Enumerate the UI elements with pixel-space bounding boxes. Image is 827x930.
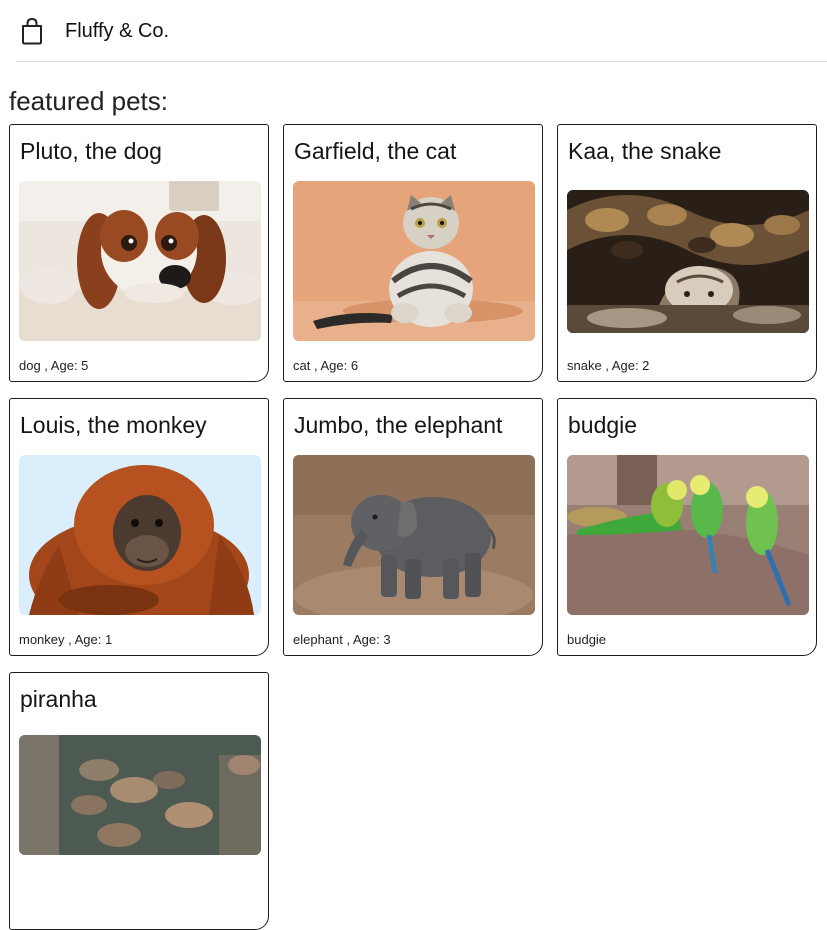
dog-photo (19, 181, 261, 341)
elephant-photo (293, 455, 535, 615)
shopping-bag-icon[interactable] (19, 17, 45, 45)
cat-photo (293, 181, 535, 341)
top-bar: Fluffy & Co. (0, 0, 827, 62)
piranha-photo (19, 735, 261, 855)
monkey-photo (19, 455, 261, 615)
pet-meta: snake , Age: 2 (567, 358, 650, 373)
pet-card-dog[interactable]: Pluto, the dog dog , Age: 5 (9, 124, 269, 382)
pet-meta: budgie (567, 632, 607, 647)
pet-card-budgie[interactable]: budgie budgie (557, 398, 817, 656)
pet-card-monkey[interactable]: Louis, the monkey monkey , Age: 1 (9, 398, 269, 656)
budgie-photo (567, 455, 809, 615)
pet-card-snake[interactable]: Kaa, the snake snake , Age: 2 (557, 124, 817, 382)
pet-title: Pluto, the dog (20, 138, 162, 164)
brand-name[interactable]: Fluffy & Co. (65, 19, 169, 43)
pet-title: Jumbo, the elephant (294, 412, 503, 438)
header-divider (17, 61, 827, 62)
page-heading: featured pets: (9, 86, 168, 116)
pet-title: Kaa, the snake (568, 138, 722, 164)
pet-meta: elephant , Age: 3 (293, 632, 391, 647)
pet-meta: cat , Age: 6 (293, 358, 359, 373)
pet-meta: dog , Age: 5 (19, 358, 89, 373)
pet-title: budgie (568, 412, 638, 438)
pet-meta: monkey , Age: 1 (19, 632, 113, 647)
pet-title: piranha (20, 686, 97, 712)
pet-card-piranha[interactable]: piranha (9, 672, 269, 930)
pet-card-elephant[interactable]: Jumbo, the elephant elephant , Age: 3 (283, 398, 543, 656)
snake-photo (567, 190, 809, 333)
pet-card-cat[interactable]: Garfield, the cat cat , Age: 6 (283, 124, 543, 382)
pet-title: Garfield, the cat (294, 138, 457, 164)
pet-title: Louis, the monkey (20, 412, 207, 438)
